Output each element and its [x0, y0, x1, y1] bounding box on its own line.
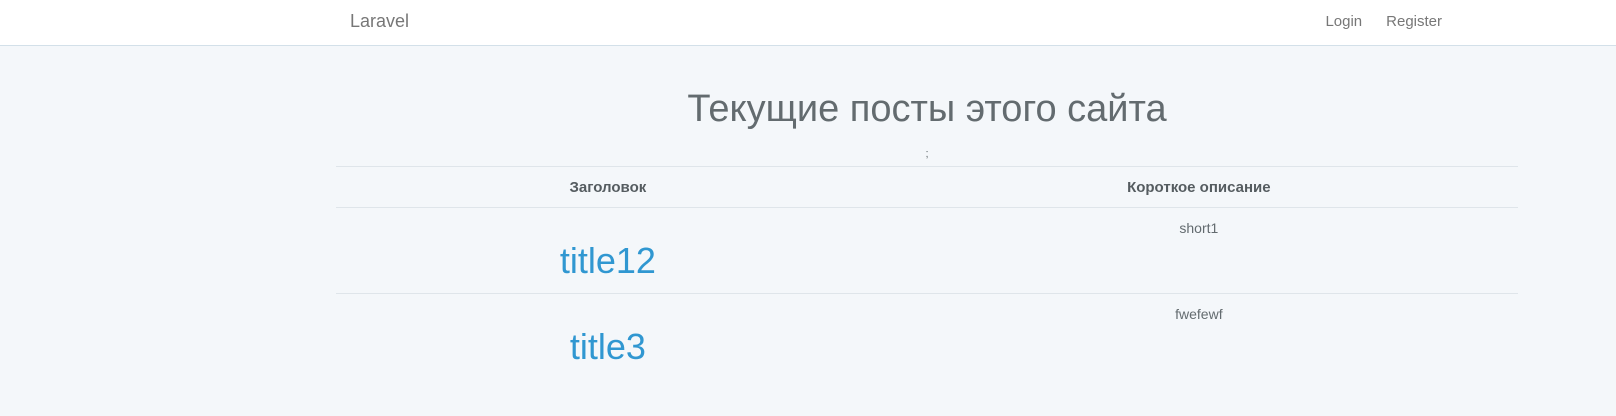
table-row: title12 short1 [336, 207, 1518, 294]
login-link[interactable]: Login [1325, 13, 1362, 30]
table-header-row: Заголовок Короткое описание [336, 166, 1518, 208]
post-short-description: fwefewf [1175, 306, 1223, 322]
short-cell: short1 [879, 207, 1518, 294]
post-short-description: short1 [1179, 220, 1219, 236]
short-cell: fwefewf [880, 294, 1518, 380]
post-title-link[interactable]: title12 [560, 240, 656, 282]
post-title-link[interactable]: title3 [570, 326, 646, 368]
nav-links: Login Register [1325, 13, 1442, 30]
separator-text: ; [925, 148, 929, 160]
navbar-container: Laravel Login Register [336, 0, 1456, 46]
posts-table: Заголовок Короткое описание title12 shor… [336, 166, 1518, 379]
brand-link[interactable]: Laravel [350, 11, 409, 32]
page-title: Текущие посты этого сайта [687, 88, 1167, 130]
register-link[interactable]: Register [1386, 13, 1442, 30]
column-header-title: Заголовок [336, 166, 880, 208]
column-header-short: Короткое описание [879, 166, 1518, 208]
title-cell: title12 [336, 207, 880, 294]
navbar: Laravel Login Register [0, 0, 1616, 46]
title-cell: title3 [336, 294, 880, 380]
table-row: title3 fwefewf [336, 294, 1518, 380]
